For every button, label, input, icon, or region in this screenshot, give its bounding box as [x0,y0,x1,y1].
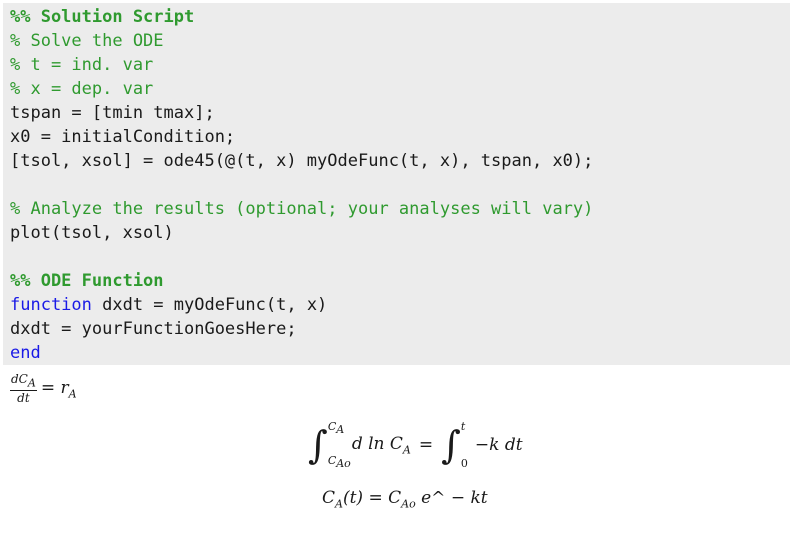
code-line: x0 = initialCondition; [10,127,236,147]
keyword-function: function [10,295,92,315]
integral-equation: ∫ CA CAo d ln CA = ∫ t 0 −k dt [308,420,523,470]
fraction-numerator: dCA [10,372,37,392]
code-line-keyword-end: end [10,343,41,363]
rate-equation: dCA dt = rA [10,372,77,405]
integral-sign-icon: ∫ [441,423,461,467]
code-line-section-header: %% ODE Function [10,271,164,291]
derivative-fraction: dCA dt [10,372,37,405]
code-line: dxdt = yourFunctionGoesHere; [10,319,297,339]
code-line: plot(tsol, xsol) [10,223,174,243]
rate-rhs: = rA [40,377,77,400]
code-line: [tsol, xsol] = ode45(@(t, x) myOdeFunc(t… [10,151,594,171]
integral-limits: t 0 [461,420,475,470]
fraction-denominator: dt [17,391,30,406]
code-line-function-def: function dxdt = myOdeFunc(t, x) [10,293,327,317]
function-signature: dxdt = myOdeFunc(t, x) [91,295,328,315]
lower-limit: 0 [460,457,468,470]
code-editor-block[interactable]: %% Solution Script % Solve the ODE % t =… [3,3,790,365]
code-line-comment: % x = dep. var [10,79,154,99]
upper-limit: t [460,420,466,433]
integrand-left: d ln CA [351,433,411,457]
lower-limit: CAo [327,453,351,470]
equals-sign: = [418,435,434,455]
integral-limits: CA CAo [328,420,352,470]
code-line-comment: % t = ind. var [10,55,154,75]
code-line: tspan = [tmin tmax]; [10,103,215,123]
code-line-section-header: %% Solution Script [10,7,195,27]
code-line-comment: % Solve the ODE [10,31,164,51]
integral-sign-icon: ∫ [308,423,328,467]
integrand-right: −k dt [474,435,523,455]
solution-equation: CA(t) = CAo e^ − kt [322,488,488,511]
code-line-comment: % Analyze the results (optional; your an… [10,199,594,219]
upper-limit: CA [327,420,345,437]
